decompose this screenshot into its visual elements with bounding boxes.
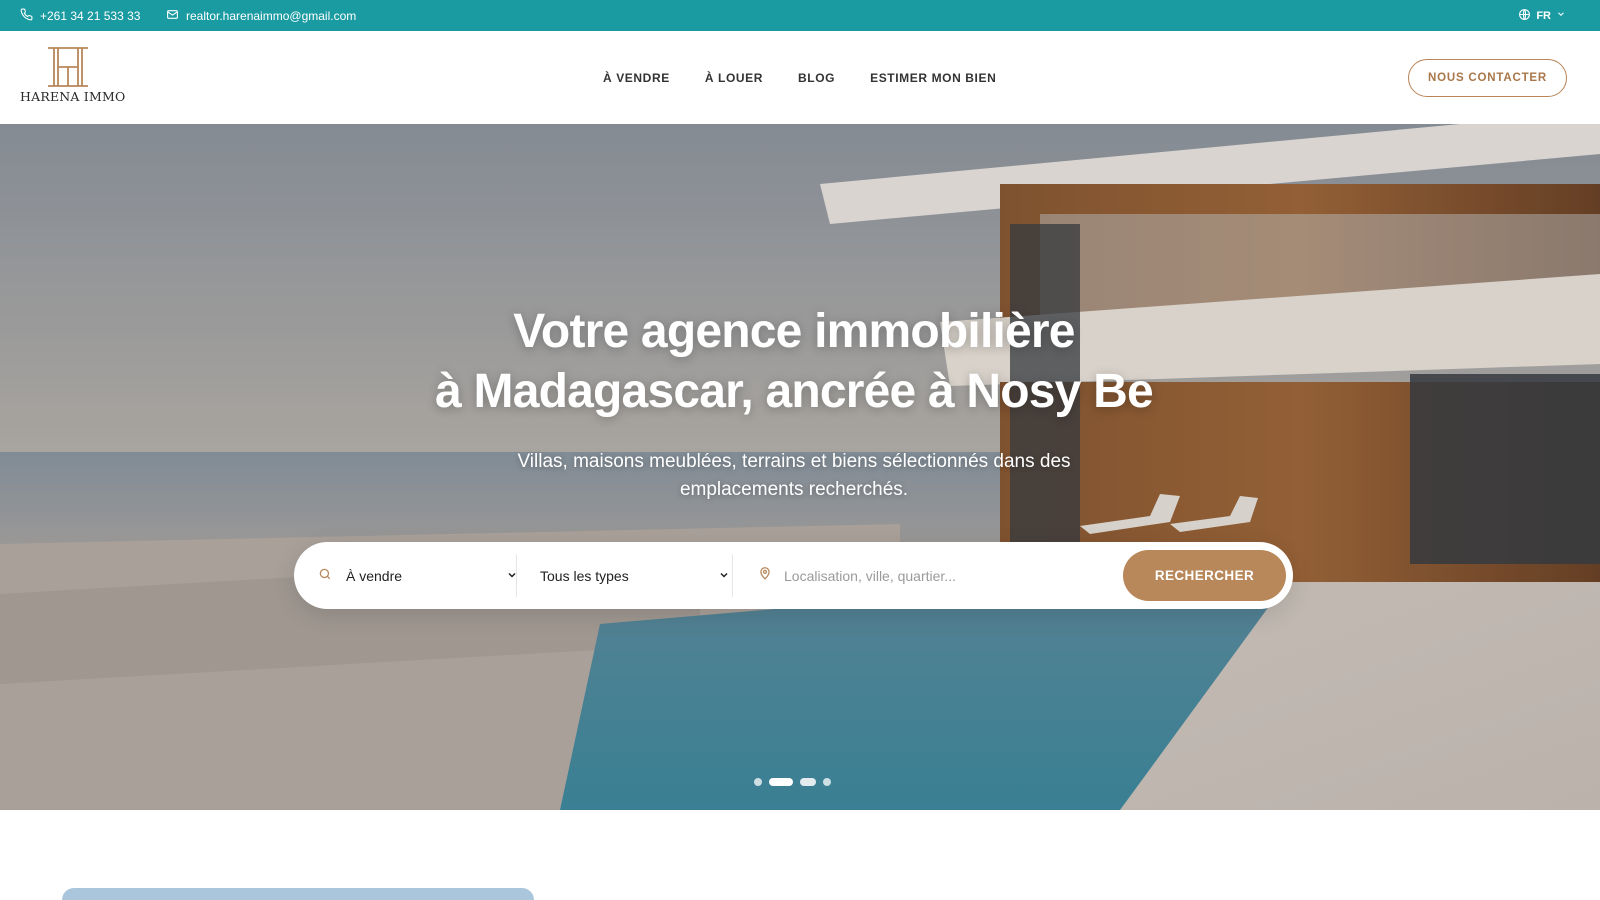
property-search-bar: À vendre Tous les types RECHERCHER: [294, 542, 1293, 609]
carousel-dots: [754, 778, 831, 786]
phone-contact[interactable]: +261 34 21 533 33: [20, 0, 140, 31]
transaction-value: À vendre: [346, 567, 403, 584]
email-contact[interactable]: realtor.harenaimmo@gmail.com: [166, 0, 356, 31]
nav-item-blog[interactable]: BLOG: [798, 71, 835, 85]
hero-title: Votre agence immobilière à Madagascar, a…: [0, 302, 1588, 422]
map-pin-icon: [758, 565, 772, 586]
nav-item-estimate[interactable]: ESTIMER MON BIEN: [870, 71, 996, 85]
logo-text: HARENA IMMO: [20, 89, 126, 104]
hero-title-line-2: à Madagascar, ancrée à Nosy Be: [435, 365, 1154, 418]
carousel-dot-3[interactable]: [800, 778, 816, 786]
chevron-down-icon: [718, 568, 730, 584]
carousel-dot-4[interactable]: [823, 778, 831, 786]
hero-title-line-1: Votre agence immobilière: [513, 305, 1075, 358]
mail-icon: [166, 8, 179, 24]
property-card-preview[interactable]: [62, 888, 534, 900]
nav-item-for-sale[interactable]: À VENDRE: [603, 71, 670, 85]
location-field[interactable]: [750, 542, 1110, 609]
chevron-down-icon: [1556, 9, 1566, 22]
site-header: HARENA IMMO À VENDRE À LOUER BLOG ESTIME…: [0, 31, 1600, 124]
divider: [516, 554, 517, 597]
top-bar: +261 34 21 533 33 realtor.harenaimmo@gma…: [0, 0, 1600, 31]
hero-section: Votre agence immobilière à Madagascar, a…: [0, 124, 1600, 810]
carousel-dot-1[interactable]: [754, 778, 762, 786]
nav-item-for-rent[interactable]: À LOUER: [705, 71, 763, 85]
logo-mark-icon: [48, 47, 88, 87]
logo[interactable]: HARENA IMMO: [20, 47, 126, 109]
transaction-select[interactable]: À vendre: [318, 542, 518, 609]
phone-number[interactable]: +261 34 21 533 33: [40, 9, 140, 23]
globe-icon: [1518, 8, 1531, 24]
phone-icon: [20, 8, 33, 24]
email-address[interactable]: realtor.harenaimmo@gmail.com: [186, 9, 356, 23]
property-type-value: Tous les types: [540, 567, 629, 584]
hero-subtitle: Villas, maisons meublées, terrains et bi…: [517, 451, 1071, 500]
language-label[interactable]: FR: [1536, 10, 1551, 22]
language-selector[interactable]: FR: [1518, 0, 1566, 31]
carousel-dot-2[interactable]: [769, 778, 793, 786]
search-icon: [318, 567, 332, 584]
divider: [732, 554, 733, 597]
property-type-select[interactable]: Tous les types: [540, 542, 730, 609]
location-input[interactable]: [784, 567, 1104, 584]
contact-us-button[interactable]: NOUS CONTACTER: [1408, 59, 1567, 97]
main-nav: À VENDRE À LOUER BLOG ESTIMER MON BIEN: [603, 31, 1031, 124]
search-button[interactable]: RECHERCHER: [1123, 550, 1286, 601]
